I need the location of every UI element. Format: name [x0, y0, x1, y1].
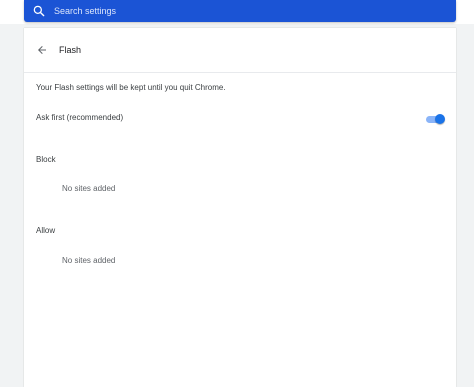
toggle-knob: [435, 114, 445, 124]
settings-page: Flash Your Flash settings will be kept u…: [0, 0, 474, 387]
back-button[interactable]: [33, 41, 51, 59]
flash-settings-card: Flash Your Flash settings will be kept u…: [24, 28, 456, 387]
ask-first-toggle[interactable]: [424, 114, 446, 124]
page-title: Flash: [59, 45, 82, 55]
search-input[interactable]: [54, 6, 354, 16]
flash-note: Your Flash settings will be kept until y…: [36, 83, 226, 92]
block-heading: Block: [36, 155, 56, 164]
block-empty-text: No sites added: [62, 184, 116, 193]
top-bar: [0, 0, 474, 24]
search-icon[interactable]: [32, 4, 46, 18]
ask-first-row[interactable]: Ask first (recommended): [36, 113, 446, 127]
card-header: Flash: [24, 28, 456, 73]
allow-empty-text: No sites added: [62, 256, 116, 265]
allow-heading: Allow: [36, 226, 56, 235]
ask-first-label: Ask first (recommended): [36, 113, 124, 122]
search-bar[interactable]: [24, 0, 456, 22]
arrow-back-icon: [38, 46, 46, 54]
